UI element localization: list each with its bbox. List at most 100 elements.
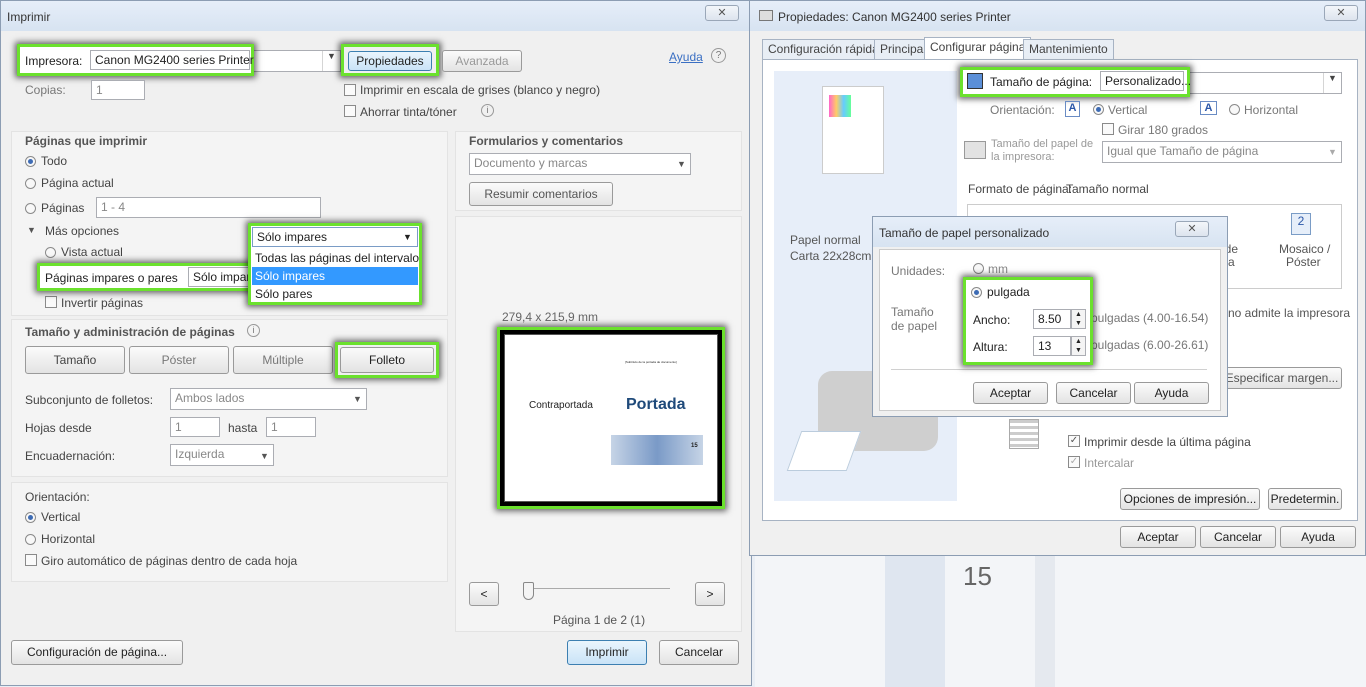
orientation-label: Orientación: <box>990 103 1055 117</box>
inch-size-highlight: pulgada Ancho: 8.50 ▲ ▼ Altura: 13 ▲ ▼ <box>963 277 1093 365</box>
page-size-highlight: Tamaño de página: Personalizado... <box>960 67 1191 97</box>
page-slider-thumb[interactable] <box>523 582 534 600</box>
dropdown-arrow-icon: ▼ <box>403 232 412 242</box>
page-setup-button[interactable]: Configuración de página... <box>11 640 183 665</box>
defaults-button[interactable]: Predetermin. <box>1268 488 1342 510</box>
page-indicator: Página 1 de 2 (1) <box>553 613 646 627</box>
custom-cancel-button[interactable]: Cancelar <box>1056 382 1131 404</box>
multiple-button[interactable]: Múltiple <box>233 346 333 374</box>
stack-icon <box>1009 419 1039 449</box>
inch-radio[interactable] <box>971 287 982 298</box>
printer-select[interactable]: Canon MG2400 series Printer <box>90 50 254 70</box>
cancel-button[interactable]: Cancelar <box>659 640 739 665</box>
height-spinner[interactable]: ▲ ▼ <box>1071 336 1086 356</box>
print-options-button[interactable]: Opciones de impresión... <box>1120 488 1260 510</box>
collate-checkbox[interactable]: ✓ <box>1068 456 1080 468</box>
dropdown-option[interactable]: Todas las páginas del intervalo <box>252 249 419 267</box>
vertical-radio[interactable] <box>25 512 36 523</box>
printer-paper-icon <box>964 141 986 159</box>
reverse-pages-checkbox[interactable] <box>45 296 57 308</box>
height-input[interactable]: 13 <box>1033 336 1071 356</box>
poster-button[interactable]: Póster <box>129 346 229 374</box>
rotate-180-checkbox[interactable] <box>1102 123 1114 135</box>
units-label: Unidades: <box>891 264 946 278</box>
print-button[interactable]: Imprimir <box>567 640 647 665</box>
tile-icon[interactable]: 2 <box>1291 213 1311 235</box>
close-button[interactable]: ✕ <box>1175 221 1209 237</box>
copies-input[interactable]: 1 <box>91 80 145 100</box>
booklet-button[interactable]: Folleto <box>340 347 434 373</box>
tab-quick-setup[interactable]: Configuración rápida <box>762 39 885 59</box>
advanced-button[interactable]: Avanzada <box>442 50 522 72</box>
pages-range-radio[interactable] <box>25 203 36 214</box>
grayscale-checkbox[interactable] <box>344 84 356 96</box>
landscape-icon: A <box>1200 101 1217 115</box>
print-last-page-label: Imprimir desde la última página <box>1084 435 1251 449</box>
help-link[interactable]: Ayuda <box>669 50 703 64</box>
dropdown-option-selected[interactable]: Sólo impares <box>252 267 418 285</box>
width-label: Ancho: <box>973 313 1011 327</box>
chevron-down-icon: ▼ <box>260 451 269 461</box>
cancel-button[interactable]: Cancelar <box>1200 526 1276 548</box>
current-view-radio[interactable] <box>45 247 56 258</box>
width-spinner[interactable]: ▲ ▼ <box>1071 309 1086 329</box>
sheets-to-input[interactable]: 1 <box>266 417 316 437</box>
next-page-button[interactable]: > <box>695 582 725 606</box>
mm-radio[interactable] <box>973 263 984 274</box>
expand-triangle-icon[interactable]: ▼ <box>27 225 36 235</box>
booklet-highlight: Folleto <box>335 342 439 378</box>
vertical-radio[interactable] <box>1093 104 1104 115</box>
odd-even-dropdown-selected[interactable]: Sólo impares <box>252 227 418 247</box>
current-page-radio[interactable] <box>25 178 36 189</box>
properties-button[interactable]: Propiedades <box>348 51 432 71</box>
custom-help-button[interactable]: Ayuda <box>1134 382 1209 404</box>
pages-heading: Páginas que imprimir <box>25 134 148 148</box>
save-ink-checkbox[interactable] <box>344 105 356 117</box>
custom-ok-button[interactable]: Aceptar <box>973 382 1048 404</box>
printer-row-highlight: Impresora: Canon MG2400 series Printer <box>17 44 254 76</box>
auto-rotate-checkbox[interactable] <box>25 554 37 566</box>
prev-page-button[interactable]: < <box>469 582 499 606</box>
odd-even-select[interactable]: Sólo impares <box>188 267 256 287</box>
all-pages-radio[interactable] <box>25 156 36 167</box>
horizontal-radio[interactable] <box>25 534 36 545</box>
binding-select[interactable]: Izquierda <box>170 444 274 466</box>
tab-maintenance[interactable]: Mantenimiento <box>1023 39 1114 59</box>
preview-cover-title: Portada <box>626 396 686 413</box>
more-options-label[interactable]: Más opciones <box>45 224 119 238</box>
horizontal-radio[interactable] <box>1229 104 1240 115</box>
width-input[interactable]: 8.50 <box>1033 309 1071 329</box>
page-slider-track[interactable] <box>524 588 670 589</box>
help-button[interactable]: Ayuda <box>1280 526 1356 548</box>
forms-select[interactable]: Documento y marcas <box>469 153 691 175</box>
help-icon[interactable]: ? <box>711 48 726 63</box>
dropdown-option[interactable]: Sólo pares <box>252 285 418 303</box>
pages-range-input[interactable]: 1 - 4 <box>96 197 321 218</box>
odd-even-label: Páginas impares o pares <box>45 271 178 285</box>
subset-select[interactable]: Ambos lados <box>170 388 367 410</box>
size-button[interactable]: Tamaño <box>25 346 125 374</box>
page-size-select[interactable]: Personalizado... <box>1100 71 1191 91</box>
close-button[interactable]: ✕ <box>1324 5 1358 21</box>
custom-size-title: Tamaño de papel personalizado <box>879 226 1050 240</box>
preview-graphic <box>611 435 703 465</box>
odd-even-row-highlight: Páginas impares o pares Sólo impares <box>37 263 259 291</box>
background-shape-2 <box>1035 555 1055 687</box>
paper-info-2: Carta 22x28cm 8. <box>790 249 885 263</box>
tab-page-setup[interactable]: Configurar página <box>924 37 1032 60</box>
print-dialog-title: Imprimir <box>7 10 51 24</box>
print-last-page-checkbox[interactable]: ✓ <box>1068 435 1080 447</box>
height-range-label: pulgadas (6.00-26.61) <box>1091 338 1209 352</box>
preview-size-label: 279,4 x 215,9 mm <box>502 310 599 324</box>
printer-paper-select[interactable]: Igual que Tamaño de página <box>1102 141 1342 163</box>
current-page-label: Página actual <box>41 176 114 190</box>
close-button[interactable]: ✕ <box>705 5 739 21</box>
specify-margin-button[interactable]: Especificar margen... <box>1222 367 1342 389</box>
summarize-comments-button[interactable]: Resumir comentarios <box>469 182 613 206</box>
ok-button[interactable]: Aceptar <box>1120 526 1196 548</box>
chevron-down-icon: ▼ <box>1323 73 1341 93</box>
custom-size-titlebar: Tamaño de papel personalizado ✕ <box>873 217 1227 247</box>
horizontal-label: Horizontal <box>41 532 96 546</box>
sheets-from-input[interactable]: 1 <box>170 417 220 437</box>
background-document: 15 <box>755 555 1366 687</box>
